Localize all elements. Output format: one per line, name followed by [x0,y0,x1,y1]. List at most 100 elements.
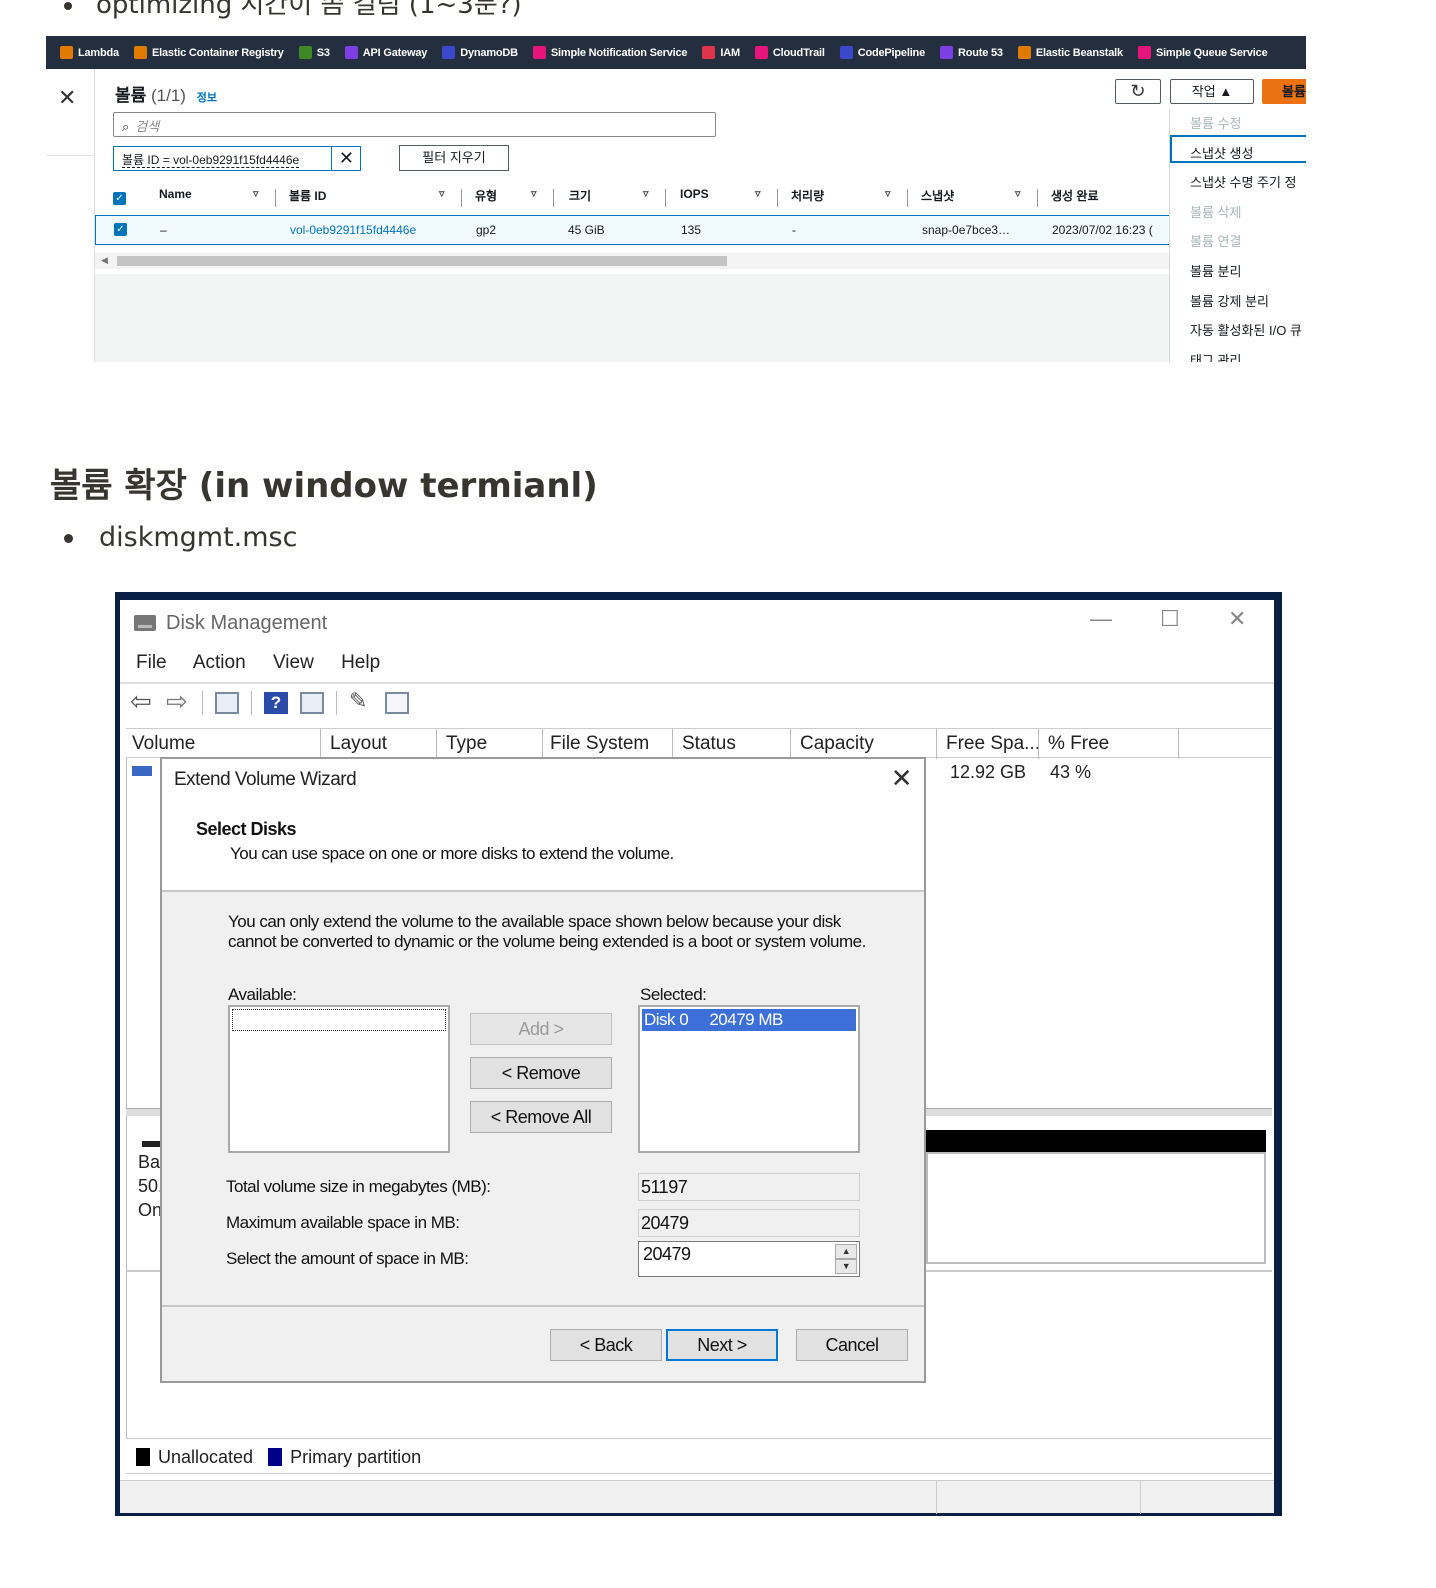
column-header-name[interactable]: Name [159,187,192,211]
service-label: Lambda [78,46,119,59]
filter-chip[interactable]: 볼륨 ID = vol-0eb9291f15fd4446e ✕ [113,146,361,171]
column-layout[interactable]: Layout [330,733,387,755]
selected-disk-item[interactable]: Disk 0 20479 MB [642,1009,856,1031]
column-volume[interactable]: Volume [132,733,195,755]
close-icon[interactable]: ✕ [1228,606,1246,632]
service-shortcut[interactable]: CodePipeline [839,46,925,59]
clear-filters-button[interactable]: 필터 지우기 [399,145,509,171]
space-amount-stepper[interactable]: 20479 ▲ ▼ [638,1241,860,1277]
add-button[interactable]: Add > [470,1013,612,1045]
partition-area[interactable] [926,1152,1266,1264]
remove-button[interactable]: < Remove [470,1057,612,1089]
sort-icon[interactable]: ▿ [439,187,445,211]
close-icon[interactable]: ✕ [891,763,913,794]
create-volume-button[interactable]: 볼륨 [1262,79,1306,104]
maximize-icon[interactable]: ☐ [1160,606,1180,632]
properties-icon[interactable] [300,692,324,714]
column-header-size[interactable]: 크기 [569,187,591,211]
remove-all-button[interactable]: < Remove All [470,1101,612,1133]
menu-action[interactable]: Action [193,652,246,673]
service-shortcut[interactable]: CloudTrail [754,46,825,59]
menu-item[interactable]: 스냅샷 수명 주기 정 [1190,172,1297,191]
table-row[interactable]: ✓ – vol-0eb9291f15fd4446e gp2 45 GiB 135… [95,215,1175,245]
column-label: 유형 [475,189,498,203]
help-icon[interactable]: ? [264,692,288,714]
refresh-button[interactable]: ↻ [1115,79,1161,104]
bullet-text: diskmgmt.msc [99,522,298,553]
scroll-left-icon[interactable]: ◀ [101,255,108,266]
menu-item[interactable]: 스냅샷 생성 [1190,143,1253,162]
divider [672,729,673,759]
sort-icon[interactable]: ▿ [531,187,537,211]
row-checkbox[interactable]: ✓ [114,223,127,236]
column-header-snapshot[interactable]: 스냅샷 [921,187,954,211]
column-header-type[interactable]: 유형 [475,187,497,211]
increment-icon[interactable]: ▲ [835,1244,857,1259]
divider [336,691,337,715]
column-status[interactable]: Status [682,733,736,755]
next-button[interactable]: Next > [666,1329,778,1361]
menu-item: 볼륨 삭제 [1190,204,1242,220]
service-shortcut[interactable]: Lambda [60,46,119,59]
back-button[interactable]: < Back [550,1329,662,1361]
column-header-created[interactable]: 생성 완료 [1051,187,1099,211]
console-tree-icon[interactable] [215,692,239,714]
sort-icon[interactable]: ▿ [1015,187,1021,211]
divider [777,189,778,207]
menu-item[interactable]: 볼륨 분리 [1190,261,1241,280]
menu-help[interactable]: Help [341,652,380,673]
rescan-icon[interactable] [349,688,373,714]
service-shortcut[interactable]: IAM [702,46,740,59]
service-label: Simple Queue Service [1155,46,1268,59]
available-disks-list[interactable] [228,1005,450,1153]
info-link[interactable]: 정보 [197,92,217,104]
back-arrow-icon[interactable] [130,686,154,717]
search-input[interactable]: ⌕ 검색 [113,112,716,137]
service-icon [839,46,853,59]
filter-chip-label: 볼륨 ID = vol-0eb9291f15fd4446e [122,153,300,168]
service-shortcut[interactable]: DynamoDB [442,46,518,59]
service-shortcut[interactable]: Elastic Container Registry [133,46,284,59]
column-file-system[interactable]: File System [550,733,649,755]
service-shortcut[interactable]: Route 53 [939,46,1003,59]
sort-icon[interactable]: ▿ [643,187,649,211]
selected-disks-list[interactable]: Disk 0 20479 MB [638,1005,860,1153]
service-shortcut[interactable]: Simple Notification Service [532,46,688,59]
select-all-checkbox[interactable]: ✓ [113,192,126,205]
decrement-icon[interactable]: ▼ [835,1259,857,1274]
sort-icon[interactable]: ▿ [755,187,761,211]
menu-item[interactable]: 태그 관리 [1190,350,1241,362]
menu-item: 볼륨 연결 [1190,234,1242,250]
menu-item[interactable]: 자동 활성화된 I/O 큐 [1190,320,1302,339]
column-header-throughput[interactable]: 처리량 [791,187,824,211]
cell-volume-id[interactable]: vol-0eb9291f15fd4446e [290,223,416,237]
extend-volume-wizard-dialog: Extend Volume Wizard ✕ Select Disks You … [160,757,926,1383]
menu-file[interactable]: File [136,652,167,673]
divider [936,729,937,759]
column-free-space[interactable]: Free Spa... [946,733,1040,755]
service-shortcut[interactable]: Elastic Beanstalk [1017,46,1123,59]
column-header-volume-id[interactable]: 볼륨 ID [289,187,326,211]
dialog-title: Extend Volume Wizard [174,769,357,790]
unallocated-bar[interactable] [926,1130,1266,1152]
cancel-button[interactable]: Cancel [796,1329,908,1361]
column-percent-free[interactable]: % Free [1048,733,1109,755]
column-type[interactable]: Type [446,733,487,755]
actions-dropdown-button[interactable]: 작업 ▲ [1170,79,1254,104]
scrollbar-thumb[interactable] [117,256,727,266]
forward-arrow-icon[interactable] [166,686,190,717]
menu-view[interactable]: View [273,652,314,673]
horizontal-scrollbar[interactable]: ◀ [95,253,1175,269]
sort-icon[interactable]: ▿ [253,187,259,211]
service-shortcut[interactable]: S3 [298,46,330,59]
close-icon[interactable]: ✕ [58,85,76,111]
list-view-icon[interactable] [385,692,409,714]
remove-filter-icon[interactable]: ✕ [339,148,354,169]
column-header-iops[interactable]: IOPS [680,187,709,211]
service-shortcut[interactable]: API Gateway [344,46,427,59]
menu-item[interactable]: 볼륨 강제 분리 [1190,291,1269,310]
sort-icon[interactable]: ▿ [885,187,891,211]
service-shortcut[interactable]: Simple Queue Service [1137,46,1268,59]
minimize-icon[interactable]: — [1090,606,1112,632]
column-capacity[interactable]: Capacity [800,733,874,755]
